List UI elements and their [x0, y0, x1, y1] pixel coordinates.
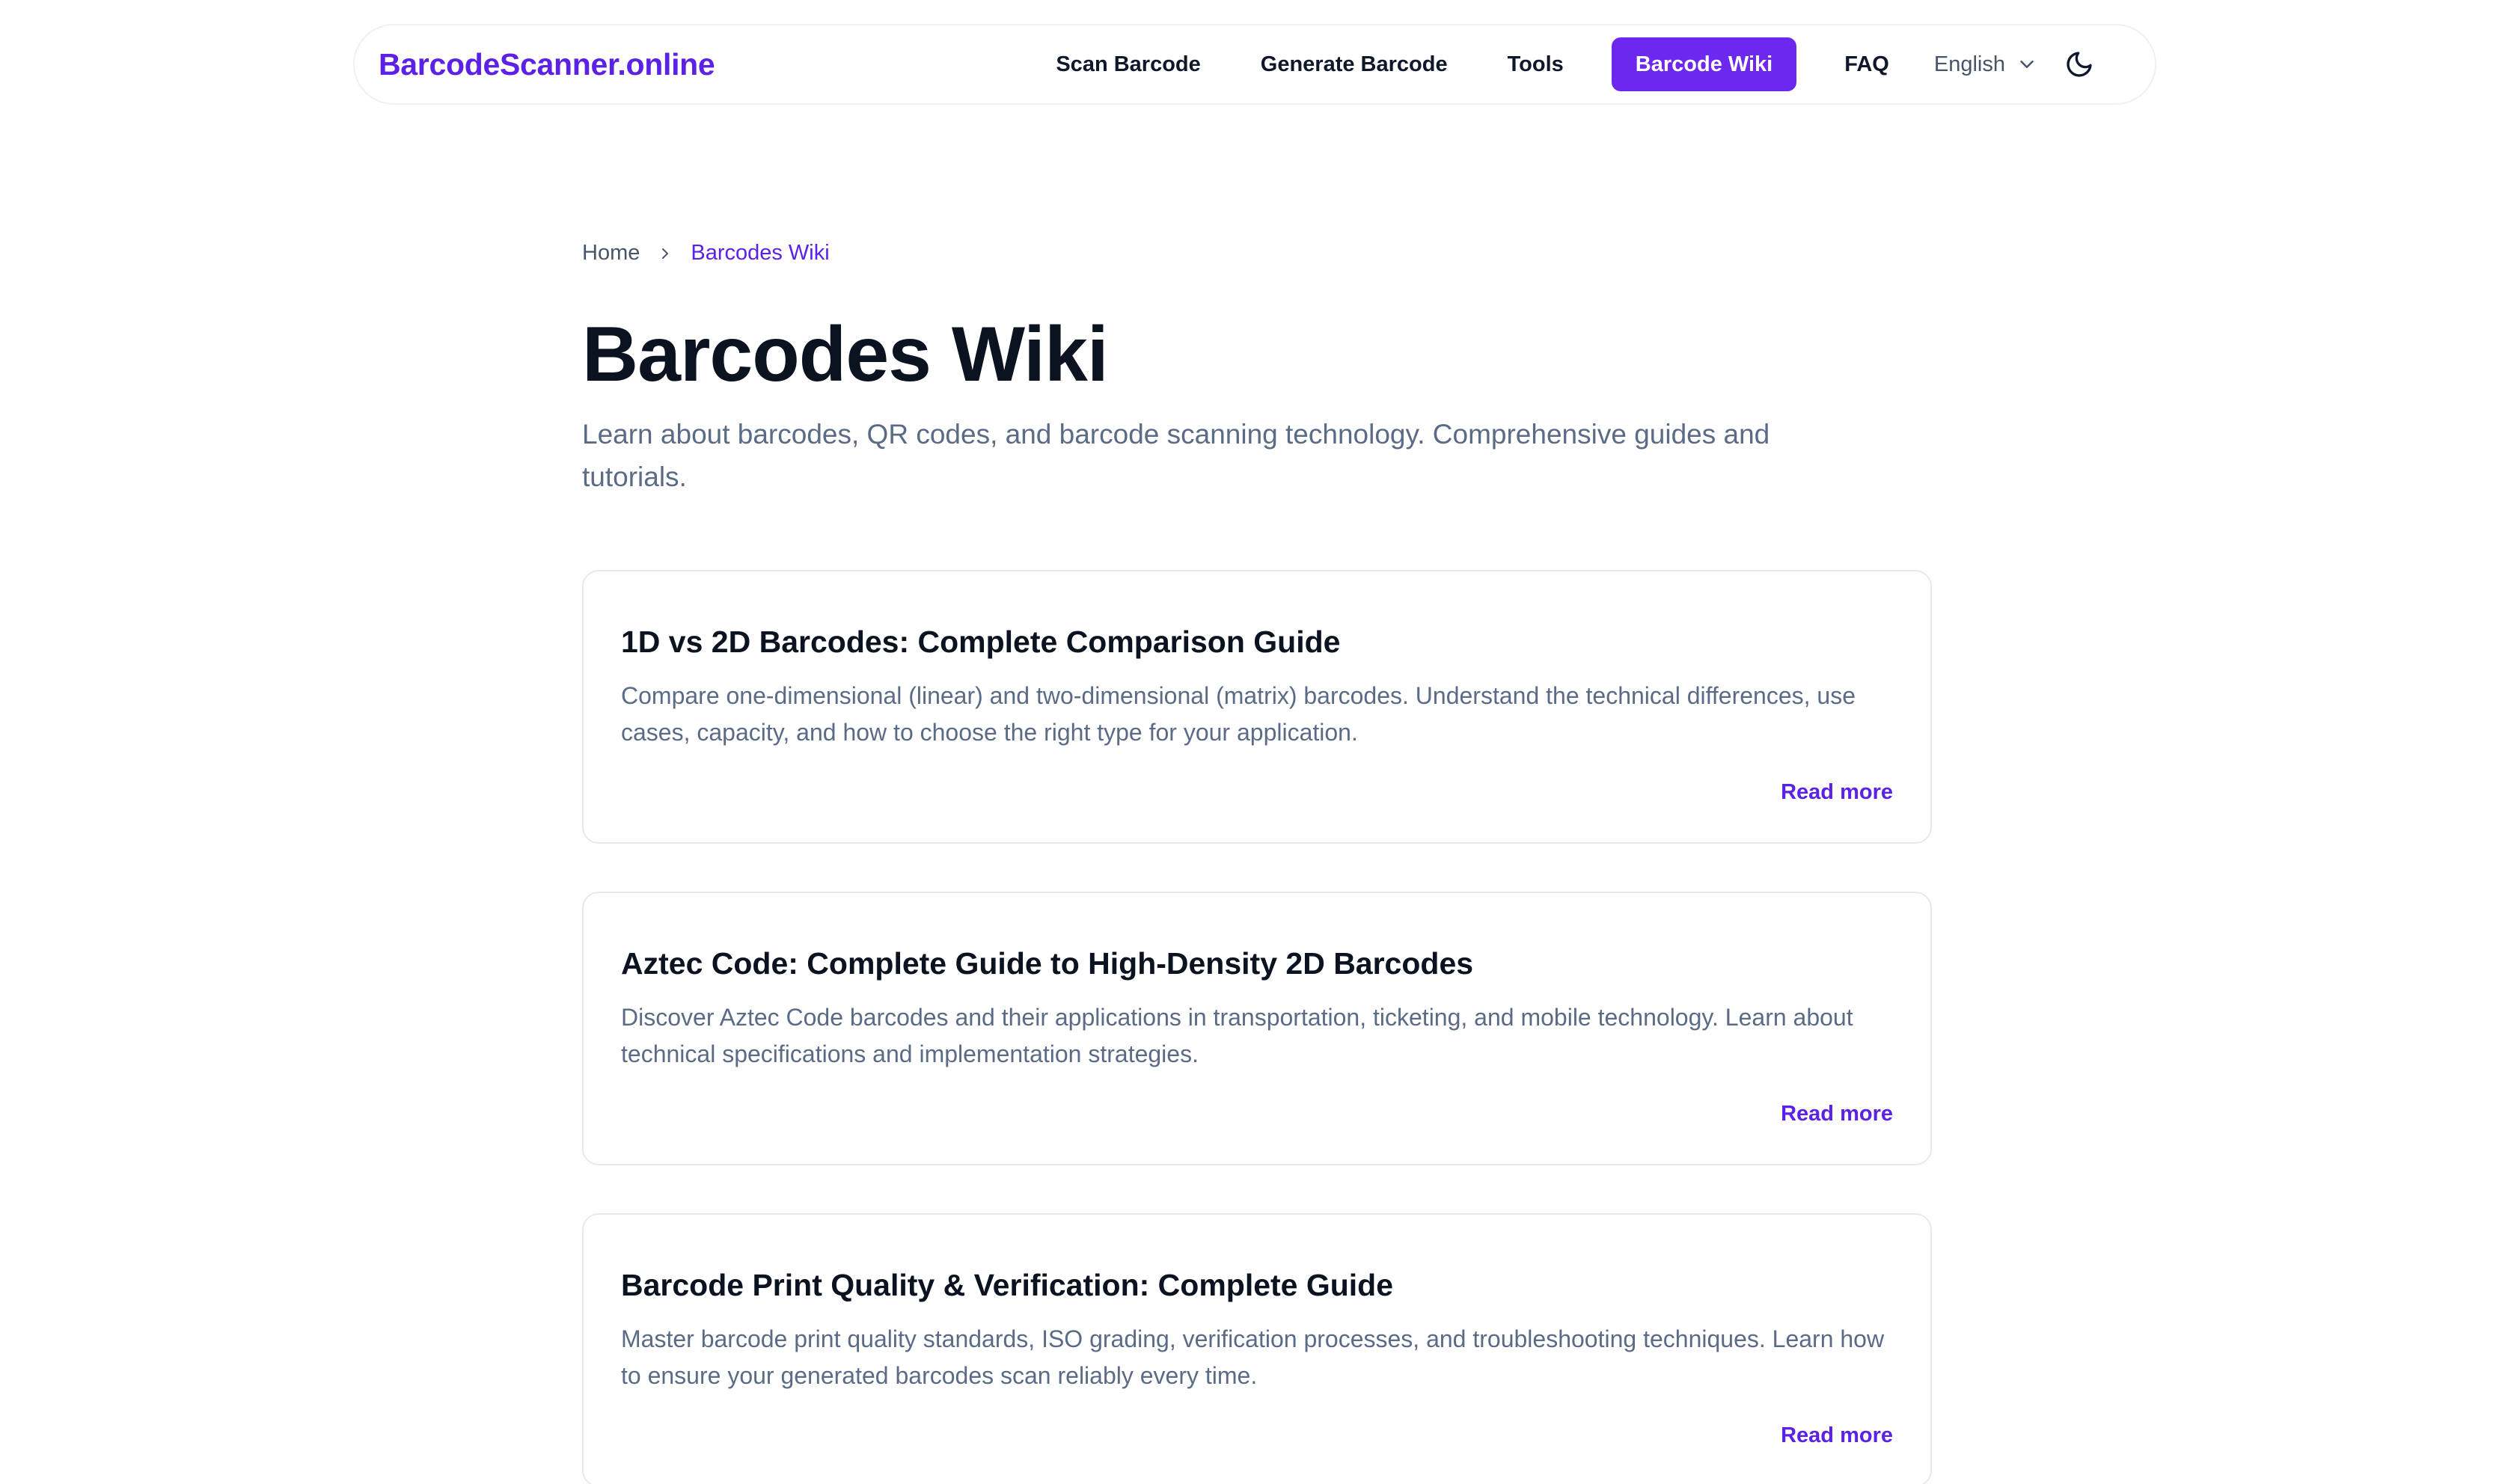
chevron-right-icon [656, 245, 674, 263]
page-subtitle: Learn about barcodes, QR codes, and barc… [582, 419, 1770, 492]
article-title[interactable]: Aztec Code: Complete Guide to High-Densi… [621, 944, 1893, 983]
article-card[interactable]: Aztec Code: Complete Guide to High-Densi… [582, 892, 1932, 1165]
article-title[interactable]: 1D vs 2D Barcodes: Complete Comparison G… [621, 622, 1893, 661]
article-card[interactable]: 1D vs 2D Barcodes: Complete Comparison G… [582, 570, 1932, 844]
theme-toggle-button[interactable] [2064, 49, 2095, 80]
page: BarcodeScanner.online Scan Barcode Gener… [0, 0, 2499, 1484]
read-more-link[interactable]: Read more [1781, 1102, 1893, 1126]
nav-scan-barcode[interactable]: Scan Barcode [1044, 37, 1212, 91]
chevron-down-icon [2020, 61, 2034, 68]
article-list: 1D vs 2D Barcodes: Complete Comparison G… [582, 570, 1932, 1484]
read-more-link[interactable]: Read more [1781, 780, 1893, 805]
breadcrumb-home-link[interactable]: Home [582, 241, 640, 266]
article-card[interactable]: Barcode Print Quality & Verification: Co… [582, 1213, 1932, 1484]
article-description: Master barcode print quality standards, … [621, 1325, 1885, 1389]
main-nav: Scan Barcode Generate Barcode Tools Barc… [1044, 37, 2131, 91]
breadcrumb-current: Barcodes Wiki [691, 241, 830, 265]
brand-logo-link[interactable]: BarcodeScanner.online [379, 47, 715, 82]
site-header: BarcodeScanner.online Scan Barcode Gener… [353, 24, 2156, 105]
nav-generate-barcode[interactable]: Generate Barcode [1249, 37, 1460, 91]
nav-tools[interactable]: Tools [1496, 37, 1576, 91]
article-description: Compare one-dimensional (linear) and two… [621, 682, 1856, 746]
article-description: Discover Aztec Code barcodes and their a… [621, 1004, 1853, 1067]
language-selected: English [1933, 52, 2005, 76]
nav-faq[interactable]: FAQ [1832, 37, 1901, 91]
read-more-link[interactable]: Read more [1781, 1423, 1893, 1448]
moon-icon [2067, 52, 2092, 77]
page-title: Barcodes Wiki [582, 311, 1109, 398]
breadcrumb: Home Barcodes Wiki [582, 241, 830, 266]
article-title[interactable]: Barcode Print Quality & Verification: Co… [621, 1266, 1893, 1304]
nav-barcode-wiki[interactable]: Barcode Wiki [1611, 37, 1797, 91]
language-selector[interactable]: English [1934, 52, 2038, 77]
